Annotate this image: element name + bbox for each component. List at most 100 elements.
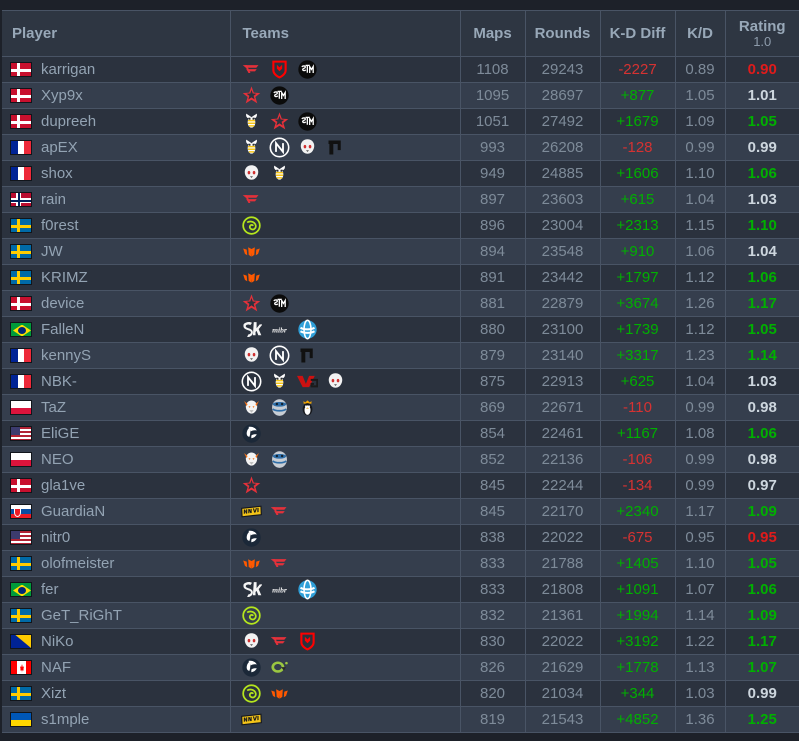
player-cell[interactable]: s1mple bbox=[0, 706, 231, 733]
table-row[interactable]: GeT_RiGhT 832 21361 +1994 1.14 1.09 bbox=[0, 602, 799, 629]
player-cell[interactable]: gla1ve bbox=[0, 472, 231, 499]
team-logo-nip-icon[interactable] bbox=[241, 683, 262, 704]
table-row[interactable]: EliGE 854 22461 +1167 1.08 1.06 bbox=[0, 420, 799, 447]
table-row[interactable]: apEX 993 26208 -128 0.99 0.99 bbox=[0, 134, 799, 161]
player-cell[interactable]: JW bbox=[0, 238, 231, 265]
table-row[interactable]: gla1ve 845 22244 -134 0.99 0.97 bbox=[0, 472, 799, 499]
table-row[interactable]: JW 894 23548 +910 1.06 1.04 bbox=[0, 238, 799, 265]
player-cell[interactable]: shox bbox=[0, 160, 231, 187]
team-logo-titan-icon[interactable] bbox=[297, 345, 318, 366]
table-row[interactable]: kennyS 879 23140 +3317 1.23 1.14 bbox=[0, 342, 799, 369]
player-cell[interactable]: nitr0 bbox=[0, 524, 231, 551]
team-logo-virtus-icon[interactable] bbox=[241, 397, 262, 418]
player-cell[interactable]: NAF bbox=[0, 654, 231, 681]
column-header-maps[interactable]: Maps bbox=[460, 10, 526, 57]
table-row[interactable]: NBK- 875 22913 +625 1.04 1.03 bbox=[0, 368, 799, 395]
team-logo-fnatic-icon[interactable] bbox=[241, 553, 262, 574]
team-logo-luminosity-icon[interactable] bbox=[297, 319, 318, 340]
team-logo-g2-icon[interactable] bbox=[241, 163, 262, 184]
player-cell[interactable]: EliGE bbox=[0, 420, 231, 447]
table-row[interactable]: GuardiaN 845 22170 +2340 1.17 1.09 bbox=[0, 498, 799, 525]
team-logo-envy-icon[interactable] bbox=[241, 371, 262, 392]
table-row[interactable]: s1mple 819 21543 +4852 1.36 1.25 bbox=[0, 706, 799, 733]
player-cell[interactable]: karrigan bbox=[0, 56, 231, 83]
player-cell[interactable]: TaZ bbox=[0, 394, 231, 421]
team-logo-g2-icon[interactable] bbox=[241, 631, 262, 652]
team-logo-vitality-icon[interactable] bbox=[269, 163, 290, 184]
team-logo-nip-icon[interactable] bbox=[241, 605, 262, 626]
team-logo-envy-icon[interactable] bbox=[269, 137, 290, 158]
team-logo-tsm-icon[interactable] bbox=[297, 111, 318, 132]
player-cell[interactable]: NiKo bbox=[0, 628, 231, 655]
column-header-player[interactable]: Player bbox=[0, 10, 231, 57]
team-logo-astralis-icon[interactable] bbox=[241, 85, 262, 106]
team-logo-faze-icon[interactable] bbox=[269, 553, 290, 574]
player-cell[interactable]: f0rest bbox=[0, 212, 231, 239]
team-logo-sk-icon[interactable] bbox=[241, 319, 262, 340]
team-logo-vitality-icon[interactable] bbox=[241, 137, 262, 158]
team-logo-vg-icon[interactable] bbox=[296, 371, 318, 392]
player-cell[interactable]: dupreeh bbox=[0, 108, 231, 135]
player-cell[interactable]: fer bbox=[0, 576, 231, 603]
team-logo-vitality-icon[interactable] bbox=[269, 371, 290, 392]
team-logo-nip-icon[interactable] bbox=[241, 215, 262, 236]
table-row[interactable]: rain 897 23603 +615 1.04 1.03 bbox=[0, 186, 799, 213]
team-logo-tsm-icon[interactable] bbox=[269, 293, 290, 314]
player-cell[interactable]: kennyS bbox=[0, 342, 231, 369]
team-logo-luminosity-icon[interactable] bbox=[297, 579, 318, 600]
team-logo-astralis-icon[interactable] bbox=[269, 111, 290, 132]
player-cell[interactable]: NEO bbox=[0, 446, 231, 473]
team-logo-mouz-icon[interactable] bbox=[269, 59, 290, 80]
team-logo-optic-icon[interactable] bbox=[269, 657, 290, 678]
table-row[interactable]: NAF 826 21629 +1778 1.13 1.07 bbox=[0, 654, 799, 681]
team-logo-kinguin-icon[interactable] bbox=[297, 397, 318, 418]
team-logo-titan-icon[interactable] bbox=[325, 137, 346, 158]
team-logo-astralis-icon[interactable] bbox=[241, 475, 262, 496]
team-logo-g2-icon[interactable] bbox=[325, 371, 346, 392]
team-logo-envy-icon[interactable] bbox=[269, 345, 290, 366]
team-logo-g2-icon[interactable] bbox=[241, 345, 262, 366]
table-row[interactable]: f0rest 896 23004 +2313 1.15 1.10 bbox=[0, 212, 799, 239]
table-row[interactable]: Xyp9x 1095 28697 +877 1.05 1.01 bbox=[0, 82, 799, 109]
team-logo-faze-icon[interactable] bbox=[241, 189, 262, 210]
table-row[interactable]: NiKo 830 22022 +3192 1.22 1.17 bbox=[0, 628, 799, 655]
player-cell[interactable]: olofmeister bbox=[0, 550, 231, 577]
column-header-kd-diff[interactable]: K-D Diff bbox=[600, 10, 676, 57]
team-logo-g2-icon[interactable] bbox=[297, 137, 318, 158]
table-row[interactable]: TaZ 869 22671 -110 0.99 0.98 bbox=[0, 394, 799, 421]
column-header-kd[interactable]: K/D bbox=[675, 10, 726, 57]
player-cell[interactable]: GuardiaN bbox=[0, 498, 231, 525]
team-logo-tsm-icon[interactable] bbox=[297, 59, 318, 80]
player-cell[interactable]: device bbox=[0, 290, 231, 317]
team-logo-mibr-icon[interactable]: mibr bbox=[269, 579, 290, 600]
team-logo-sk-icon[interactable] bbox=[241, 579, 262, 600]
table-row[interactable]: KRIMZ 891 23442 +1797 1.12 1.06 bbox=[0, 264, 799, 291]
team-logo-hellraisers-icon[interactable] bbox=[269, 449, 290, 470]
team-logo-hellraisers-icon[interactable] bbox=[269, 397, 290, 418]
table-row[interactable]: karrigan 1108 29243 -2227 0.89 0.90 bbox=[0, 56, 799, 83]
team-logo-liquid-icon[interactable] bbox=[241, 527, 262, 548]
table-row[interactable]: dupreeh 1051 27492 +1679 1.09 1.05 bbox=[0, 108, 799, 135]
player-cell[interactable]: KRIMZ bbox=[0, 264, 231, 291]
player-cell[interactable]: NBK- bbox=[0, 368, 231, 395]
column-header-teams[interactable]: Teams bbox=[230, 10, 461, 57]
column-header-rating[interactable]: Rating 1.0 bbox=[725, 10, 799, 57]
table-row[interactable]: device 881 22879 +3674 1.26 1.17 bbox=[0, 290, 799, 317]
team-logo-mibr-icon[interactable]: mibr bbox=[269, 319, 290, 340]
player-cell[interactable]: GeT_RiGhT bbox=[0, 602, 231, 629]
table-row[interactable]: shox 949 24885 +1606 1.10 1.06 bbox=[0, 160, 799, 187]
team-logo-liquid-icon[interactable] bbox=[241, 657, 262, 678]
team-logo-faze-icon[interactable] bbox=[269, 501, 290, 522]
team-logo-tsm-icon[interactable] bbox=[269, 85, 290, 106]
table-row[interactable]: nitr0 838 22022 -675 0.95 0.95 bbox=[0, 524, 799, 551]
team-logo-navi-icon[interactable] bbox=[240, 501, 262, 522]
team-logo-liquid-icon[interactable] bbox=[241, 423, 262, 444]
table-row[interactable]: olofmeister 833 21788 +1405 1.10 1.05 bbox=[0, 550, 799, 577]
team-logo-fnatic-icon[interactable] bbox=[241, 241, 262, 262]
team-logo-virtus-icon[interactable] bbox=[241, 449, 262, 470]
team-logo-fnatic-icon[interactable] bbox=[269, 683, 290, 704]
team-logo-astralis-icon[interactable] bbox=[241, 293, 262, 314]
table-row[interactable]: FalleN mibr 880 23100 +1739 1.12 1.05 bbox=[0, 316, 799, 343]
team-logo-faze-icon[interactable] bbox=[241, 59, 262, 80]
player-cell[interactable]: apEX bbox=[0, 134, 231, 161]
